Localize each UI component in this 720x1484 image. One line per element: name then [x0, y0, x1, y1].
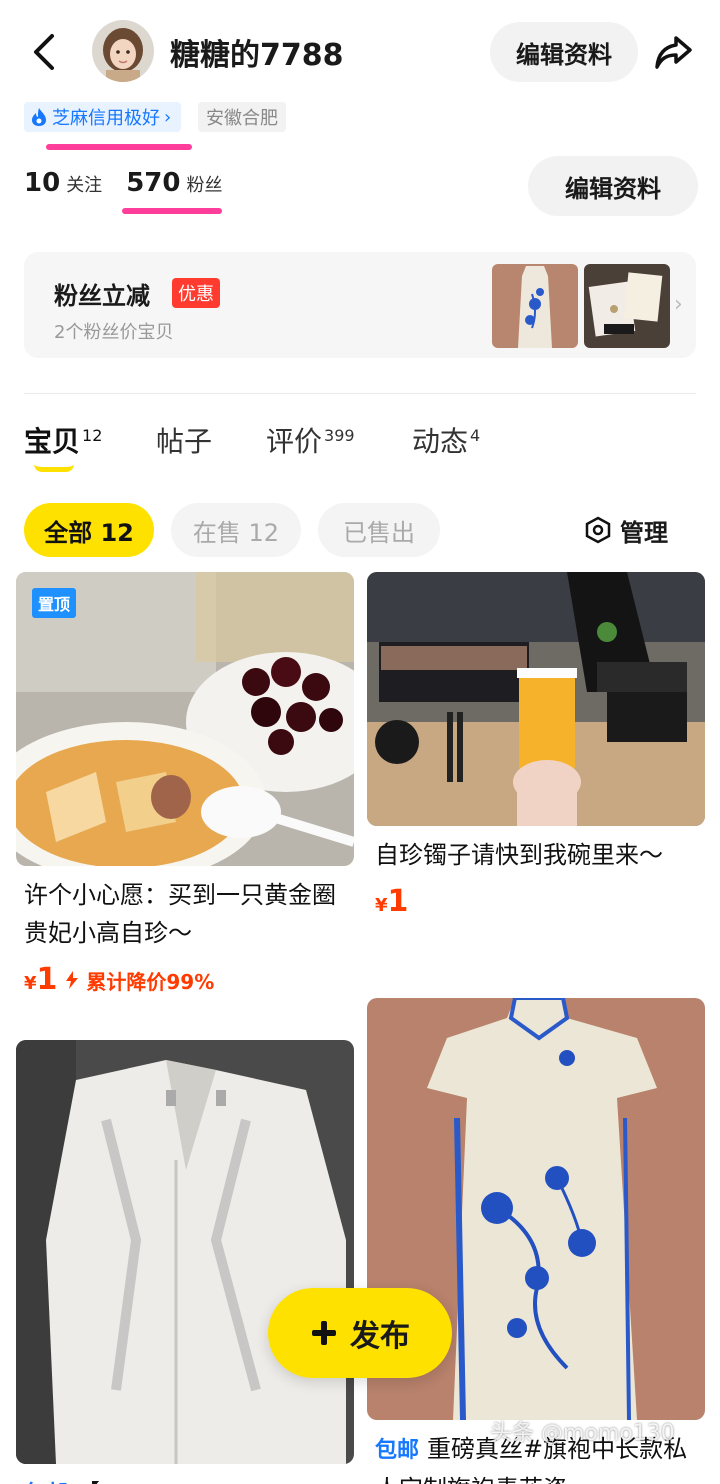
promo-thumbnail: [584, 264, 670, 348]
price-drop: 累计降价99%: [65, 966, 214, 995]
flame-icon: [32, 108, 46, 126]
price-row: ¥1 累计降价99%: [24, 962, 346, 997]
active-tab-indicator: [34, 464, 74, 472]
manage-button[interactable]: 管理: [584, 503, 668, 557]
filter-all[interactable]: 全部 12: [24, 503, 154, 557]
edit-profile-button[interactable]: 编辑资料: [490, 22, 638, 82]
promo-title: 粉丝立减: [54, 282, 150, 310]
product-image: 置顶: [16, 572, 354, 866]
filter-on-sale[interactable]: 在售 12: [171, 503, 301, 557]
product-title: 包邮【...: [24, 1474, 346, 1484]
product-title: 自珍镯子请快到我碗里来～: [375, 841, 663, 869]
back-arrow-icon[interactable]: [28, 30, 60, 74]
publish-button[interactable]: 发布: [268, 1288, 452, 1378]
credit-label: 芝麻信用极好: [52, 108, 160, 129]
avatar[interactable]: [92, 20, 154, 82]
fan-discount-card[interactable]: 粉丝立减 优惠 2个粉丝价宝贝 ›: [24, 252, 696, 358]
filter-chips: 全部 12 在售 12 已售出 管理: [24, 503, 696, 557]
fans-label[interactable]: 粉丝: [186, 171, 222, 197]
edit-profile-button[interactable]: 编辑资料: [528, 156, 698, 216]
username: 糖糖的7788: [170, 38, 344, 73]
top-bar: 糖糖的7788 编辑资料: [0, 0, 720, 100]
tab-activity[interactable]: 动态 4: [412, 420, 480, 460]
filter-sold[interactable]: 已售出: [318, 503, 440, 557]
currency-symbol: ¥: [24, 973, 37, 994]
promo-subtitle: 2个粉丝价宝贝: [54, 322, 174, 343]
following-label[interactable]: 关注: [66, 171, 102, 197]
follow-stats: 10 关注 570 粉丝: [24, 168, 222, 198]
product-image: [367, 572, 705, 826]
annotation-underline: [46, 144, 192, 150]
product-card[interactable]: 包邮重磅真丝#旗袍中长款私人定制旗袍青花瓷: [367, 998, 705, 1484]
currency-symbol: ¥: [375, 895, 388, 916]
divider: [24, 393, 696, 394]
product-card[interactable]: 置顶 许个小心愿：买到一只黄金圈贵妃小高自珍～ ¥1 累计降价99%: [16, 572, 354, 997]
following-count[interactable]: 10: [24, 168, 60, 198]
watermark: 头条 @momo130: [490, 1421, 675, 1446]
fans-count[interactable]: 570: [126, 168, 180, 198]
promo-badge: 优惠: [172, 278, 220, 308]
product-price: 1: [36, 962, 58, 997]
product-card[interactable]: 包邮【...: [16, 1040, 354, 1484]
annotation-underline: [122, 208, 222, 214]
chevron-right-icon: ›: [674, 292, 683, 317]
product-title: 许个小心愿：买到一只黄金圈贵妃小高自珍～: [24, 881, 336, 947]
pinned-badge: 置顶: [32, 588, 77, 618]
tab-reviews[interactable]: 评价 399: [266, 420, 355, 460]
product-card[interactable]: 自珍镯子请快到我碗里来～ ¥1: [367, 572, 705, 919]
location-badge: 安徽合肥: [198, 102, 286, 132]
tab-items[interactable]: 宝贝 12: [24, 420, 102, 460]
free-shipping-badge: 包邮: [375, 1438, 420, 1463]
plus-icon: [312, 1321, 336, 1345]
tab-posts[interactable]: 帖子: [156, 420, 212, 460]
price-row: ¥1: [375, 884, 697, 919]
chevron-right-icon: ›: [164, 106, 172, 128]
manage-icon: [585, 516, 611, 544]
share-icon[interactable]: [652, 30, 696, 74]
product-image: [16, 1040, 354, 1464]
product-price: 1: [387, 884, 409, 919]
credit-badge[interactable]: 芝麻信用极好 ›: [24, 102, 182, 132]
lightning-icon: [66, 971, 79, 989]
promo-thumbnail: [492, 264, 578, 348]
